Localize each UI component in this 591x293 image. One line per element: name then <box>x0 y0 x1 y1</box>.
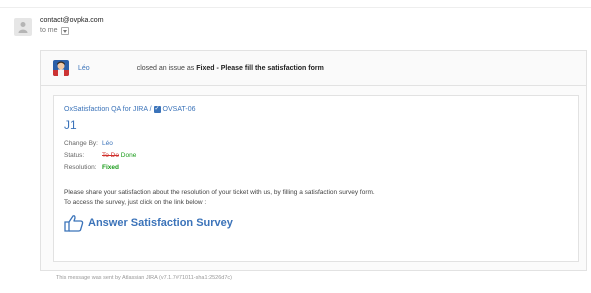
sender-avatar <box>14 18 32 36</box>
recipient-line: to me <box>40 26 104 36</box>
sender-block: contact@ovpka.com to me <box>40 16 104 36</box>
recipient-text: to me <box>40 27 58 34</box>
resolution-label: Resolution: <box>64 164 97 171</box>
status-row: Status: To Do Done <box>64 152 136 159</box>
issue-breadcrumb: OxSatisfaction QA for JIRA / ✓ OVSAT-06 <box>64 106 196 113</box>
resolution-row: Resolution: Fixed <box>64 164 119 171</box>
actor-name-link[interactable]: Léo <box>78 65 90 72</box>
sender-email[interactable]: contact@ovpka.com <box>40 16 104 26</box>
status-new-value: Done <box>120 152 137 159</box>
survey-link[interactable]: Answer Satisfaction Survey <box>64 214 233 232</box>
status-value: To Do Done <box>102 152 136 159</box>
resolution-value: Fixed <box>102 164 119 171</box>
recipient-details-toggle[interactable] <box>60 27 69 35</box>
change-by-label: Change By: <box>64 140 98 147</box>
body-line-2: To access the survey, just click on the … <box>64 199 207 206</box>
notification-header: Léo closed an issue as Fixed - Please fi… <box>41 51 586 86</box>
user-avatar-icon <box>53 60 69 76</box>
status-old-value: To Do <box>102 152 119 159</box>
footer-note: This message was sent by Atlassian JIRA … <box>56 275 232 281</box>
issue-details-card: OxSatisfaction QA for JIRA / ✓ OVSAT-06 … <box>53 95 579 262</box>
survey-link-text[interactable]: Answer Satisfaction Survey <box>88 217 233 229</box>
chevron-down-icon <box>62 29 67 33</box>
issue-key-link[interactable]: OVSAT-06 <box>163 106 196 113</box>
top-divider <box>0 7 591 8</box>
action-summary: closed an issue as Fixed - Please fill t… <box>137 65 324 72</box>
issue-title-link[interactable]: J1 <box>64 118 77 132</box>
action-text: closed an issue as <box>136 64 197 72</box>
task-type-icon: ✓ <box>153 106 161 113</box>
notification-card: Léo closed an issue as Fixed - Please fi… <box>40 50 587 271</box>
change-by-row: Change By: Léo <box>64 140 113 147</box>
body-line-1: Please share your satisfaction about the… <box>64 189 375 196</box>
thumbs-up-icon <box>64 215 84 232</box>
action-resolution-text: Fixed - Please fill the satisfaction for… <box>196 64 324 72</box>
status-label: Status: <box>64 152 85 159</box>
change-by-value[interactable]: Léo <box>102 140 113 147</box>
person-icon <box>18 22 28 33</box>
project-link[interactable]: OxSatisfaction QA for JIRA / <box>64 106 152 113</box>
